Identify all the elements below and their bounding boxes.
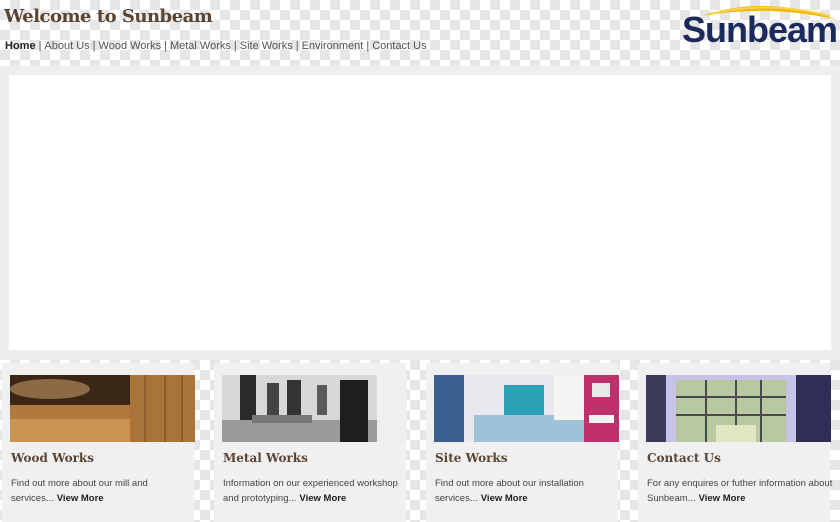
- hero-banner: [9, 75, 831, 350]
- nav-wood-works[interactable]: Wood Works: [99, 40, 162, 52]
- nav-site-works[interactable]: Site Works: [240, 40, 293, 52]
- site-title: Welcome to Sunbeam: [4, 6, 213, 27]
- card-site-works[interactable]: Site Works Find out more about our insta…: [426, 363, 619, 522]
- card-contact-us[interactable]: Contact Us For any enquires or futher in…: [638, 363, 832, 522]
- bathroom-image: [434, 375, 619, 442]
- main-nav: Home | About Us | Wood Works | Metal Works | Sit…: [5, 40, 427, 52]
- card-title: Wood Works: [11, 451, 94, 465]
- building-facade-image: [646, 375, 831, 442]
- nav-separator: |: [164, 40, 167, 52]
- card-wood-works[interactable]: Wood Works Find out more about our mill …: [2, 363, 195, 522]
- view-more-link[interactable]: View More: [299, 493, 346, 504]
- card-description: For any enquires or futher information a…: [647, 478, 833, 504]
- card-description: Information on our experienced workshop …: [223, 478, 398, 504]
- card-description: Find out more about our mill and service…: [11, 478, 148, 504]
- nav-separator: |: [366, 40, 370, 52]
- nav-environment[interactable]: Environment: [302, 40, 364, 52]
- nav-home[interactable]: Home: [5, 40, 36, 52]
- card-description: Find out more about our installation ser…: [435, 478, 584, 504]
- card-title: Site Works: [435, 451, 508, 465]
- card-title: Contact Us: [647, 451, 721, 465]
- card-metal-works[interactable]: Metal Works Information on our experienc…: [214, 363, 407, 522]
- view-more-link[interactable]: View More: [481, 493, 528, 504]
- nav-about-us[interactable]: About Us: [44, 40, 89, 52]
- nav-separator: |: [233, 40, 237, 52]
- logo-wordmark: Sunbeam: [682, 9, 838, 50]
- nav-contact-us[interactable]: Contact Us: [372, 40, 426, 52]
- nav-separator: |: [295, 40, 299, 52]
- view-more-link[interactable]: View More: [57, 493, 104, 504]
- card-title: Metal Works: [223, 451, 308, 465]
- view-more-link[interactable]: View More: [699, 493, 746, 504]
- feature-cards: Wood Works Find out more about our mill …: [0, 360, 840, 522]
- nav-separator: |: [92, 40, 96, 52]
- retail-store-image: [222, 375, 407, 442]
- wood-interior-image: [10, 375, 195, 442]
- nav-metal-works[interactable]: Metal Works: [170, 40, 231, 52]
- sunbeam-logo[interactable]: Sunbeam: [680, 0, 840, 56]
